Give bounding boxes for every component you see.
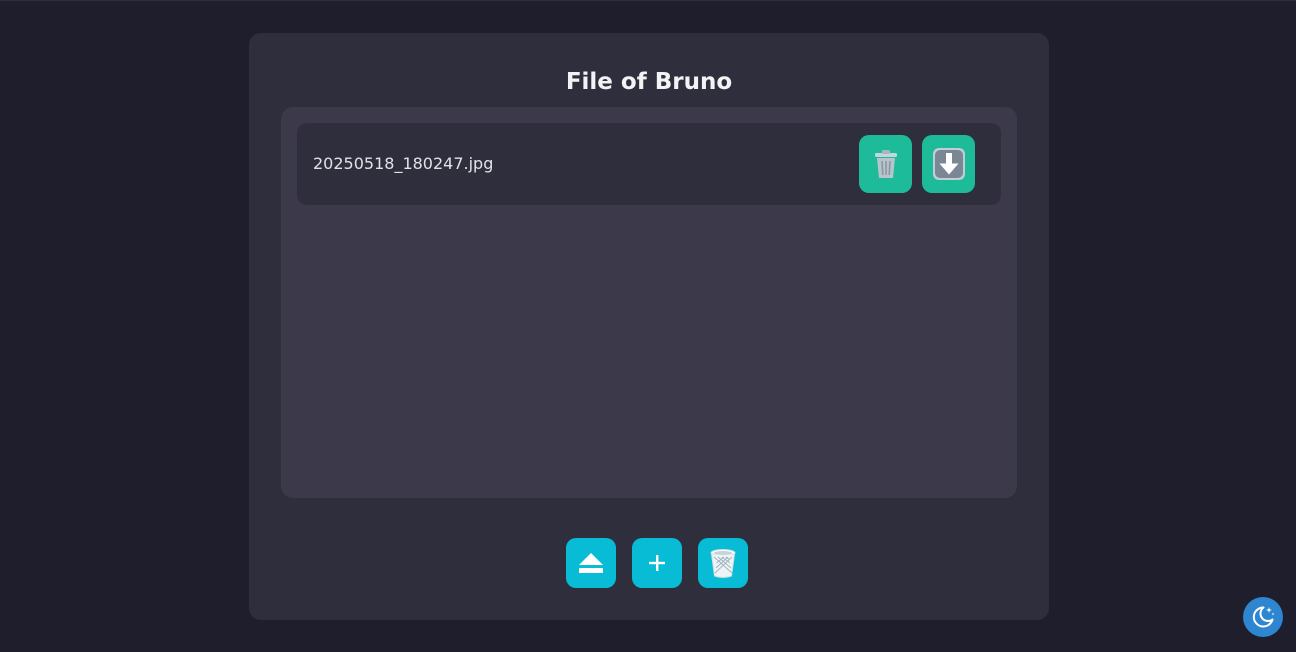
top-border [0, 0, 1296, 1]
action-toolbar [566, 538, 748, 588]
file-list: 20250518_180247.jpg [281, 107, 1017, 498]
page-title: File of Bruno [565, 69, 733, 95]
delete-file-button[interactable] [859, 135, 912, 193]
download-file-button[interactable] [922, 135, 975, 193]
file-name: 20250518_180247.jpg [313, 154, 494, 173]
theme-toggle-button[interactable] [1243, 597, 1283, 637]
add-button[interactable] [632, 538, 682, 588]
file-panel: File of Bruno 20250518_180247.jpg [249, 33, 1049, 620]
delete-all-button[interactable] [698, 538, 748, 588]
trash-icon [869, 147, 903, 181]
moon-stars-icon [1250, 604, 1276, 630]
plus-icon [647, 553, 667, 573]
upload-button[interactable] [566, 538, 616, 588]
file-item: 20250518_180247.jpg [297, 123, 1001, 205]
eject-icon [577, 549, 605, 577]
wastebasket-icon [708, 547, 738, 579]
download-arrow-icon [931, 146, 967, 182]
